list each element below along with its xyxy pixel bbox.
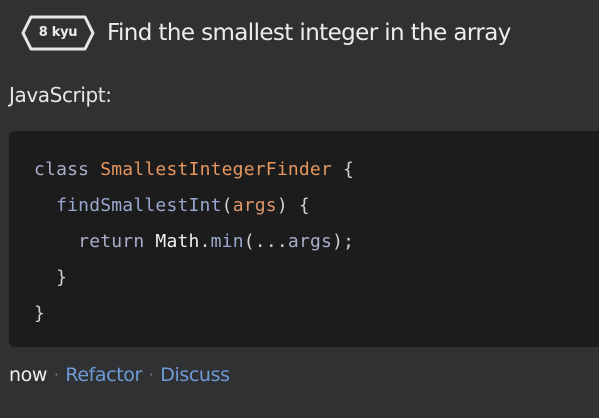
rank-label: 8 kyu bbox=[38, 25, 78, 40]
code-line: } bbox=[34, 260, 599, 296]
code-token: min bbox=[210, 231, 244, 252]
separator: · bbox=[54, 366, 59, 384]
discuss-link[interactable]: Discuss bbox=[160, 364, 230, 386]
code-token: args bbox=[232, 195, 277, 216]
language-label: JavaScript: bbox=[9, 83, 112, 107]
kata-title[interactable]: Find the smallest integer in the array bbox=[107, 20, 511, 46]
separator: · bbox=[148, 366, 154, 384]
code-token: class bbox=[34, 159, 101, 180]
code-token: ( bbox=[221, 195, 233, 216]
code-token: SmallestIntegerFinder bbox=[100, 159, 333, 180]
code-token: { bbox=[332, 159, 355, 180]
code-line: } bbox=[34, 296, 599, 332]
code-line: class SmallestIntegerFinder { bbox=[34, 152, 599, 188]
code-lines: class SmallestIntegerFinder { findSmalle… bbox=[34, 152, 599, 332]
code-line: findSmallestInt(args) { bbox=[34, 188, 599, 224]
solution-footer: now · Refactor · Discuss bbox=[9, 364, 230, 386]
code-token: findSmallestInt bbox=[56, 195, 222, 216]
code-block: class SmallestIntegerFinder { findSmalle… bbox=[9, 131, 599, 347]
code-token: return bbox=[78, 231, 156, 252]
code-token: } bbox=[34, 303, 46, 324]
code-token: (... bbox=[243, 231, 288, 252]
timestamp: now bbox=[9, 364, 48, 386]
code-token: } bbox=[34, 267, 68, 288]
kata-header: 8 kyu Find the smallest integer in the a… bbox=[20, 14, 511, 52]
code-token: Math bbox=[155, 231, 200, 252]
code-token: ); bbox=[332, 231, 355, 252]
rank-badge: 8 kyu bbox=[20, 14, 96, 52]
code-token: . bbox=[199, 231, 211, 252]
code-token: ) { bbox=[276, 195, 310, 216]
code-token: args bbox=[287, 231, 333, 252]
code-line: return Math.min(...args); bbox=[34, 224, 599, 260]
refactor-link[interactable]: Refactor bbox=[65, 364, 142, 386]
